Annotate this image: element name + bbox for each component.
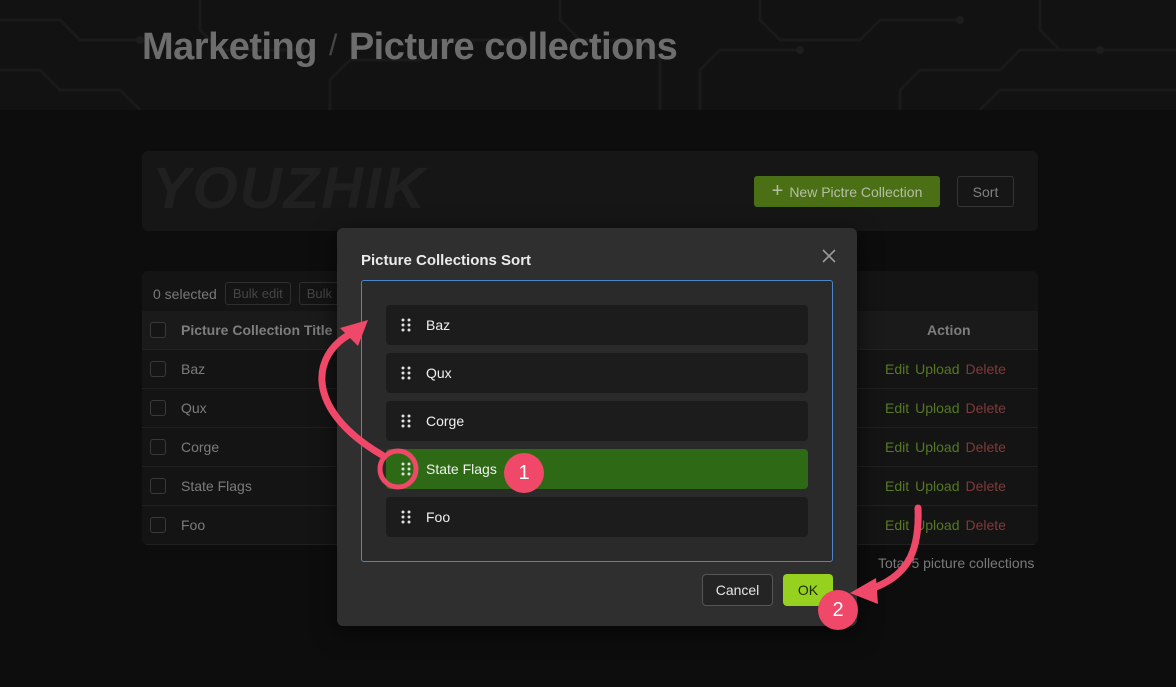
sort-dialog: Picture Collections Sort Baz Qux Corge S… — [337, 228, 857, 626]
step-badge-1: 1 — [504, 453, 544, 493]
sortable-item-label: Qux — [426, 365, 452, 381]
sortable-item[interactable]: Foo — [386, 497, 808, 537]
drag-handle-icon[interactable] — [386, 401, 426, 441]
sortable-item[interactable]: Baz — [386, 305, 808, 345]
step-badge-2: 2 — [818, 590, 858, 630]
sortable-item-label: Foo — [426, 509, 451, 525]
sortable-item-dragging[interactable]: State Flags — [386, 449, 808, 489]
close-icon[interactable] — [819, 246, 839, 266]
drag-handle-icon[interactable] — [386, 353, 426, 393]
close-icon-glyph — [822, 249, 836, 263]
sortable-item-label: Baz — [426, 317, 451, 333]
drag-handle-icon[interactable] — [386, 305, 426, 345]
sortable-item[interactable]: Qux — [386, 353, 808, 393]
sortable-item-label: State Flags — [426, 461, 497, 477]
sortable-item[interactable]: Corge — [386, 401, 808, 441]
sortable-list: Baz Qux Corge State Flags Foo — [361, 280, 833, 562]
drag-handle-icon[interactable] — [386, 449, 426, 489]
dialog-title: Picture Collections Sort — [361, 252, 532, 269]
drag-handle-icon[interactable] — [386, 497, 426, 537]
cancel-button[interactable]: Cancel — [702, 574, 773, 606]
sortable-item-label: Corge — [426, 413, 465, 429]
